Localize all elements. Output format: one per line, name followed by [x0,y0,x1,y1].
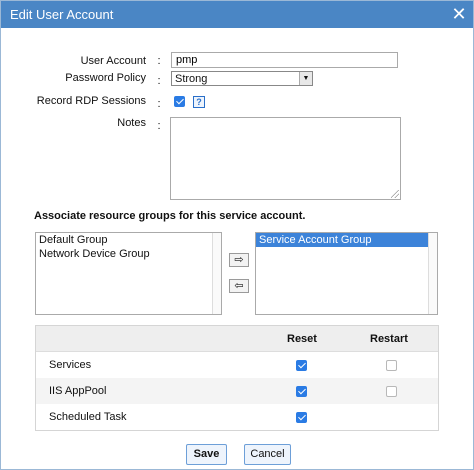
scrollbar[interactable] [428,233,437,314]
colon: : [157,75,161,87]
user-account-input[interactable] [171,52,398,68]
reset-checkbox[interactable] [296,360,307,371]
dialog-title: Edit User Account [10,7,114,22]
password-policy-value: Strong [175,73,208,85]
row-label: Scheduled Task [49,411,127,423]
colon: : [157,120,161,132]
edit-user-account-dialog: Edit User Account ✕ User Account : Passw… [0,0,474,470]
reset-checkbox[interactable] [296,412,307,423]
header-reset: Reset [287,333,317,345]
service-actions-table: Reset Restart Services IIS AppPool Sched… [35,325,439,431]
table-header: Reset Restart [36,326,438,352]
move-left-button[interactable]: ⇦ [229,279,249,293]
colon: : [157,98,161,110]
table-row: Scheduled Task [36,404,438,430]
password-policy-label: Password Policy [65,72,146,84]
table-row: Services [36,352,438,378]
move-right-button[interactable]: ⇨ [229,253,249,267]
resource-groups-title: Associate resource groups for this servi… [34,210,306,222]
table-row: IIS AppPool [36,378,438,404]
record-rdp-checkbox[interactable] [174,96,185,107]
close-icon[interactable]: ✕ [445,1,473,28]
list-item[interactable]: Network Device Group [36,247,221,261]
notes-label: Notes [117,117,146,129]
header-restart: Restart [370,333,408,345]
list-item[interactable]: Service Account Group [256,233,430,247]
chevron-down-icon: ▼ [299,72,312,85]
scrollbar[interactable] [212,233,221,314]
restart-checkbox[interactable] [386,360,397,371]
cancel-button[interactable]: Cancel [244,444,291,465]
password-policy-select[interactable]: Strong ▼ [171,71,313,86]
reset-checkbox[interactable] [296,386,307,397]
available-groups-list[interactable]: Default Group Network Device Group [35,232,222,315]
selected-groups-list[interactable]: Service Account Group [255,232,438,315]
notes-textarea[interactable] [170,117,401,200]
user-account-label: User Account [80,55,146,67]
row-label: Services [49,359,92,371]
save-button[interactable]: Save [186,444,227,465]
help-icon[interactable]: ? [193,96,205,108]
record-rdp-label: Record RDP Sessions [36,95,146,107]
list-item[interactable]: Default Group [36,233,221,247]
resize-grip-icon[interactable] [391,190,399,198]
colon: : [157,55,161,67]
title-bar: Edit User Account ✕ [1,1,473,28]
row-label: IIS AppPool [49,385,107,397]
restart-checkbox[interactable] [386,386,397,397]
